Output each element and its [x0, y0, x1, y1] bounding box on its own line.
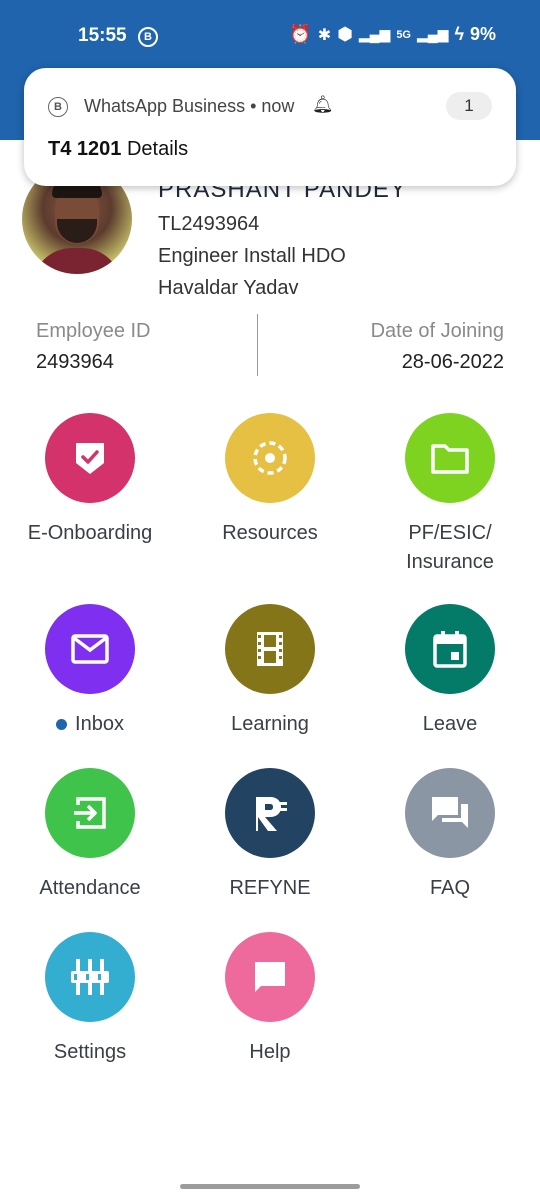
tile-label: Leave — [422, 713, 478, 735]
charging-icon: ϟ — [454, 24, 464, 44]
whatsapp-notification[interactable]: B WhatsApp Business • now 🔔︎ 1 T4 1201 D… — [24, 68, 516, 186]
tile-label: FAQ — [429, 877, 470, 899]
tile-label: REFYNE — [229, 877, 311, 899]
signal-icon: ▂▄▆ — [358, 26, 391, 42]
profile-code: TL2493964 — [158, 213, 260, 235]
network-type: 5G — [396, 28, 411, 41]
tile-label: Learning — [231, 713, 309, 735]
gesture-nav-bar[interactable] — [180, 1184, 360, 1189]
employee-id-label: Employee ID — [36, 320, 151, 342]
status-time: 15:55 — [78, 25, 127, 46]
shield-check-icon — [45, 413, 135, 503]
signal2-icon: ▂▄▆ — [417, 26, 449, 42]
tile-learning[interactable]: Learning — [180, 604, 360, 739]
doj-label: Date of Joining — [370, 320, 504, 342]
tile-label: Inbox — [75, 713, 124, 735]
unread-dot — [56, 719, 68, 731]
status-icons: ⏰ ✱ ⬢ ▂▄▆ 5G ▂▄▆ ϟ 9% — [289, 24, 496, 45]
tile-help[interactable]: Help — [180, 932, 360, 1067]
tile-label: E-Onboarding — [27, 522, 153, 544]
profile-role: Engineer Install HDO — [158, 245, 346, 267]
refyne-icon — [225, 768, 315, 858]
tile-pf-esic-insurance[interactable]: PF/ESIC/Insurance — [360, 413, 540, 577]
tile-resources[interactable]: Resources — [180, 413, 360, 548]
bluetooth-icon: ✱ — [317, 26, 332, 44]
location-icon: ⬢ — [337, 24, 353, 44]
info-divider — [257, 314, 258, 376]
notification-title: T4 1201 Details — [48, 138, 189, 160]
tile-refyne[interactable]: REFYNE — [180, 768, 360, 903]
tile-leave[interactable]: Leave — [360, 604, 540, 739]
doj-value: 28-06-2022 — [401, 351, 504, 373]
login-icon — [45, 768, 135, 858]
tile-settings[interactable]: Settings — [0, 932, 180, 1067]
employee-id-value: 2493964 — [36, 351, 114, 373]
alarm-icon: ⏰ — [289, 24, 312, 44]
notification-count: 1 — [446, 92, 492, 120]
battery-level: 9% — [469, 24, 496, 44]
notification-app-line: WhatsApp Business • now — [84, 96, 295, 116]
tile-label: Settings — [53, 1041, 127, 1063]
tile-e-onboarding[interactable]: E-Onboarding — [0, 413, 180, 548]
chat-icon — [405, 768, 495, 858]
tile-attendance[interactable]: Attendance — [0, 768, 180, 903]
film-icon — [225, 604, 315, 694]
bell-icon: 🔔︎ — [312, 95, 334, 114]
mail-icon — [45, 604, 135, 694]
tile-label: Attendance — [39, 877, 141, 899]
tile-inbox[interactable]: Inbox — [0, 604, 180, 739]
whatsapp-business-icon: B — [48, 97, 68, 117]
folder-icon — [405, 413, 495, 503]
tile-faq[interactable]: FAQ — [360, 768, 540, 903]
sliders-icon — [45, 932, 135, 1022]
profile-name: PRASHANT PANDEY — [158, 186, 407, 203]
dashed-circle-icon — [225, 413, 315, 503]
tile-label: Help — [249, 1041, 291, 1063]
message-icon — [225, 932, 315, 1022]
status-bar: 15:55 B ⏰ ✱ ⬢ ▂▄▆ 5G ▂▄▆ ϟ 9% — [0, 0, 540, 56]
tile-label: PF/ESIC/Insurance — [406, 522, 494, 573]
tile-label: Resources — [222, 522, 318, 544]
profile-manager: Havaldar Yadav — [158, 277, 299, 299]
calendar-icon — [405, 604, 495, 694]
business-badge-icon: B — [138, 27, 158, 47]
